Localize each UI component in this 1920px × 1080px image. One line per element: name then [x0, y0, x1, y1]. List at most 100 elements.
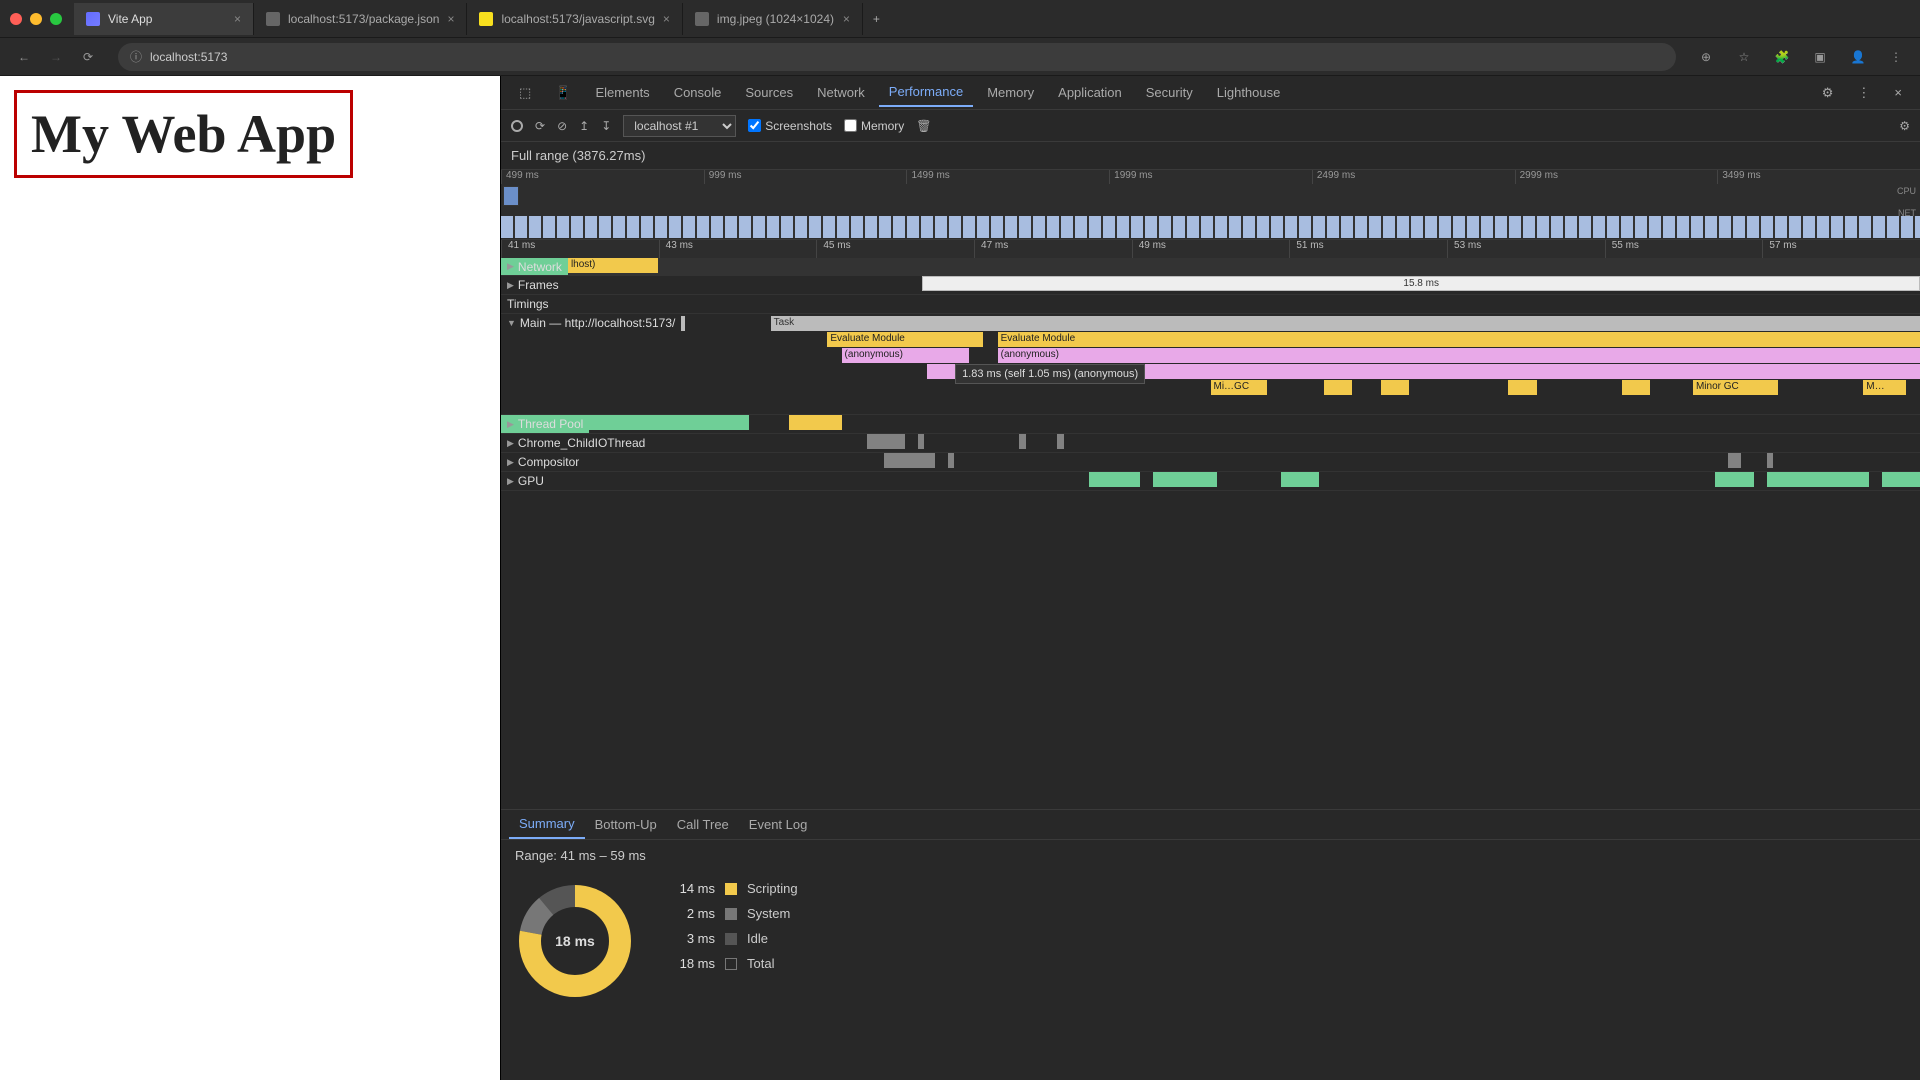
tab-elements[interactable]: Elements — [585, 79, 659, 106]
track-thread-pool[interactable]: ▶Thread Pool — [501, 415, 1920, 434]
tab-event-log[interactable]: Event Log — [739, 811, 818, 838]
gpu-bar[interactable] — [1715, 472, 1753, 487]
close-devtools-icon[interactable]: × — [1884, 79, 1912, 106]
track-gpu[interactable]: ▶GPU — [501, 472, 1920, 491]
track-timings[interactable]: Timings — [501, 295, 1920, 314]
capture-settings-icon[interactable]: ⚙ — [1899, 119, 1910, 133]
task-bar[interactable]: Task — [771, 316, 1920, 331]
devtools-panel: ⬚ 📱 Elements Console Sources Network Per… — [500, 76, 1920, 1080]
more-icon[interactable]: ⋮ — [1847, 79, 1880, 107]
io-bar[interactable] — [867, 434, 905, 449]
gc-bar[interactable]: M… — [1863, 380, 1906, 395]
track-chrome-io[interactable]: ▶Chrome_ChildIOThread — [501, 434, 1920, 453]
settings-icon[interactable]: ⚙ — [1812, 79, 1844, 107]
tab-network[interactable]: Network — [807, 79, 875, 106]
tab-call-tree[interactable]: Call Tree — [667, 811, 739, 838]
forward-button[interactable]: → — [44, 45, 68, 69]
menu-icon[interactable]: ⋮ — [1884, 45, 1908, 69]
minor-gc-bar[interactable]: Mi…GC — [1211, 380, 1268, 395]
record-button[interactable] — [511, 120, 523, 132]
extensions-icon[interactable]: 🧩 — [1770, 45, 1794, 69]
tab-label: Vite App — [108, 12, 152, 26]
track-frames[interactable]: ▶Frames 15.8 ms — [501, 276, 1920, 295]
device-toggle-icon[interactable]: 📱 — [545, 79, 581, 107]
panel-icon[interactable]: ▣ — [1808, 45, 1832, 69]
screenshots-checkbox[interactable]: Screenshots — [748, 119, 832, 133]
color-swatch — [725, 933, 737, 945]
clear-button[interactable]: ⊘ — [557, 119, 567, 133]
tab-package-json[interactable]: localhost:5173/package.json × — [254, 3, 467, 35]
memory-checkbox[interactable]: Memory — [844, 119, 904, 133]
close-tab-icon[interactable]: × — [234, 12, 241, 26]
tab-summary[interactable]: Summary — [509, 810, 585, 839]
comp-bar[interactable] — [948, 453, 954, 468]
anonymous-bar[interactable]: (anonymous) — [842, 348, 970, 363]
back-button[interactable]: ← — [12, 45, 36, 69]
gc-bar[interactable] — [1508, 380, 1536, 395]
ruler-tick: 57 ms — [1762, 240, 1920, 258]
gc-bar[interactable] — [1622, 380, 1650, 395]
tab-performance[interactable]: Performance — [879, 78, 973, 107]
devtools-tabs: ⬚ 📱 Elements Console Sources Network Per… — [501, 76, 1920, 110]
io-bar[interactable] — [1019, 434, 1025, 449]
comp-bar[interactable] — [1767, 453, 1773, 468]
gpu-bar[interactable] — [1089, 472, 1140, 487]
gpu-bar[interactable] — [1281, 472, 1319, 487]
flame-chart[interactable]: 41 ms 43 ms 45 ms 47 ms 49 ms 51 ms 53 m… — [501, 240, 1920, 810]
tab-javascript-svg[interactable]: localhost:5173/javascript.svg × — [467, 3, 682, 35]
new-tab-button[interactable]: + — [863, 12, 890, 26]
overview-timeline[interactable]: 499 ms 999 ms 1499 ms 1999 ms 2499 ms 29… — [501, 170, 1920, 240]
io-bar[interactable] — [918, 434, 924, 449]
anonymous-bar[interactable]: (anonymous) — [998, 348, 1920, 363]
minor-gc-bar[interactable]: Minor GC — [1693, 380, 1778, 395]
network-bar[interactable]: lhost) — [568, 258, 658, 273]
tab-security[interactable]: Security — [1136, 79, 1203, 106]
tab-application[interactable]: Application — [1048, 79, 1132, 106]
track-network[interactable]: ▶Network lhost) — [501, 258, 1920, 276]
gc-button[interactable]: 🗑 — [916, 119, 931, 133]
ruler-tick: 55 ms — [1605, 240, 1763, 258]
recording-select[interactable]: localhost #1 — [623, 115, 736, 137]
site-info-icon[interactable]: ⓘ — [130, 48, 142, 65]
gpu-bar[interactable] — [1153, 472, 1217, 487]
tab-vite-app[interactable]: Vite App × — [74, 3, 254, 35]
address-bar[interactable]: ⓘ localhost:5173 — [118, 43, 1676, 71]
tab-memory[interactable]: Memory — [977, 79, 1044, 106]
gc-bar[interactable] — [1324, 380, 1352, 395]
tab-img-jpeg[interactable]: img.jpeg (1024×1024) × — [683, 3, 863, 35]
reload-record-button[interactable]: ⟳ — [535, 119, 545, 133]
bookmark-icon[interactable]: ☆ — [1732, 45, 1756, 69]
close-tab-icon[interactable]: × — [843, 12, 850, 26]
gpu-bar[interactable] — [1767, 472, 1869, 487]
load-profile-button[interactable]: ↥ — [579, 119, 589, 133]
zoom-icon[interactable]: ⊕ — [1694, 45, 1718, 69]
overview-selection[interactable] — [503, 186, 519, 206]
comp-bar[interactable] — [884, 453, 935, 468]
eval-module-bar[interactable]: Evaluate Module — [827, 332, 983, 347]
thread-bar[interactable] — [789, 415, 842, 430]
tab-label: localhost:5173/package.json — [288, 12, 439, 26]
tab-lighthouse[interactable]: Lighthouse — [1207, 79, 1291, 106]
io-bar[interactable] — [1057, 434, 1063, 449]
tab-console[interactable]: Console — [664, 79, 732, 106]
track-main[interactable]: ▼Main — http://localhost:5173/ Task Task… — [501, 314, 1920, 415]
inspect-icon[interactable]: ⬚ — [509, 79, 541, 107]
save-profile-button[interactable]: ↧ — [601, 119, 611, 133]
eval-module-bar[interactable]: Evaluate Module — [998, 332, 1920, 347]
thread-bar[interactable] — [589, 415, 749, 430]
comp-bar[interactable] — [1728, 453, 1741, 468]
close-tab-icon[interactable]: × — [447, 12, 454, 26]
tab-bottom-up[interactable]: Bottom-Up — [585, 811, 667, 838]
close-window-button[interactable] — [10, 13, 22, 25]
gpu-bar[interactable] — [1882, 472, 1920, 487]
tab-sources[interactable]: Sources — [735, 79, 803, 106]
close-tab-icon[interactable]: × — [663, 12, 670, 26]
overview-frames — [501, 216, 1920, 238]
gc-bar[interactable] — [1381, 380, 1409, 395]
reload-button[interactable]: ⟳ — [76, 45, 100, 69]
frame-bar[interactable]: 15.8 ms — [922, 276, 1920, 291]
track-compositor[interactable]: ▶Compositor — [501, 453, 1920, 472]
maximize-window-button[interactable] — [50, 13, 62, 25]
profile-icon[interactable]: 👤 — [1846, 45, 1870, 69]
minimize-window-button[interactable] — [30, 13, 42, 25]
